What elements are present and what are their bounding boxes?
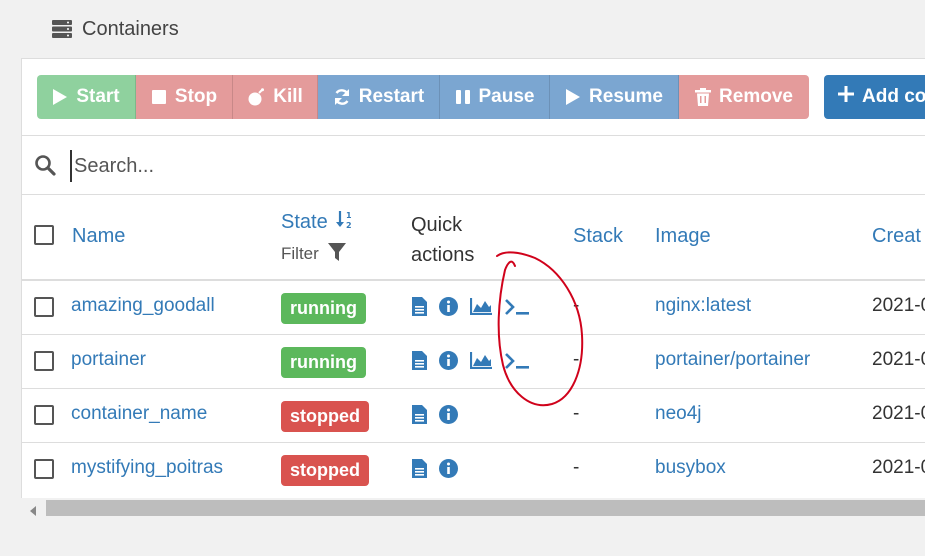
scrollbar-thumb[interactable] xyxy=(46,500,925,516)
stack-value: - xyxy=(573,349,580,370)
column-state-header[interactable]: State 12 xyxy=(281,210,355,236)
kill-button[interactable]: Kill xyxy=(233,75,318,119)
table-header: Name State 12 Filter Quick actions Stack… xyxy=(22,195,925,281)
search-input[interactable] xyxy=(70,150,776,182)
restart-label: Restart xyxy=(358,86,425,107)
remove-button[interactable]: Remove xyxy=(679,75,809,119)
info-icon[interactable] xyxy=(439,297,458,316)
info-icon[interactable] xyxy=(439,351,458,370)
table-row: container_name stopped - neo4j 2021-0 xyxy=(22,389,925,443)
row-checkbox[interactable] xyxy=(34,405,54,425)
state-filter[interactable]: Filter xyxy=(281,242,347,267)
select-all-checkbox[interactable] xyxy=(34,225,54,245)
created-value: 2021-0 xyxy=(872,295,925,316)
resume-button[interactable]: Resume xyxy=(550,75,679,119)
trash-icon xyxy=(695,88,712,106)
restart-button[interactable]: Restart xyxy=(318,75,440,119)
image-link[interactable]: busybox xyxy=(655,457,726,479)
pause-label: Pause xyxy=(478,86,535,107)
status-badge: running xyxy=(281,347,366,378)
logs-icon[interactable] xyxy=(412,351,427,370)
status-badge: running xyxy=(281,293,366,324)
horizontal-scrollbar[interactable] xyxy=(21,498,925,518)
quick-actions xyxy=(412,459,458,478)
logs-icon[interactable] xyxy=(412,297,427,316)
container-name-link[interactable]: amazing_goodall xyxy=(71,295,215,317)
stats-icon[interactable] xyxy=(470,298,492,315)
sort-numeric-icon: 12 xyxy=(335,210,355,236)
stop-label: Stop xyxy=(174,86,218,107)
quick-actions xyxy=(412,351,530,370)
remove-label: Remove xyxy=(719,86,793,107)
info-icon[interactable] xyxy=(439,405,458,424)
svg-text:2: 2 xyxy=(346,221,352,230)
created-value: 2021-0 xyxy=(872,457,925,478)
console-icon[interactable] xyxy=(504,352,530,370)
stack-value: - xyxy=(573,403,580,424)
server-icon xyxy=(52,20,72,38)
status-badge: stopped xyxy=(281,401,369,432)
start-button[interactable]: Start xyxy=(37,75,136,119)
info-icon[interactable] xyxy=(439,459,458,478)
column-stack-header[interactable]: Stack xyxy=(573,225,623,248)
quick-actions xyxy=(412,297,530,316)
column-quick-actions-header: Quick actions xyxy=(411,210,474,270)
add-container-label: Add co xyxy=(862,86,925,107)
container-name-link[interactable]: container_name xyxy=(71,403,207,425)
column-name-header[interactable]: Name xyxy=(72,225,125,248)
filter-icon xyxy=(327,242,347,267)
containers-panel: Start Stop Kill Restart Pause Resume Rem… xyxy=(21,58,925,499)
kill-label: Kill xyxy=(273,86,303,107)
search-icon xyxy=(34,154,56,181)
quick-actions-line1: Quick xyxy=(411,214,463,236)
scroll-left-icon[interactable] xyxy=(29,503,37,521)
table-row: amazing_goodall running - nginx:latest 2… xyxy=(22,281,925,335)
image-link[interactable]: neo4j xyxy=(655,403,702,425)
plus-icon xyxy=(838,86,854,108)
page-title: Containers xyxy=(82,17,179,40)
row-checkbox[interactable] xyxy=(34,459,54,479)
container-name-link[interactable]: portainer xyxy=(71,349,146,371)
console-icon[interactable] xyxy=(504,298,530,316)
column-image-header[interactable]: Image xyxy=(655,225,711,248)
container-name-link[interactable]: mystifying_poitras xyxy=(71,457,223,479)
bomb-icon xyxy=(247,88,265,106)
column-created-header[interactable]: Creat xyxy=(872,225,921,248)
image-link[interactable]: nginx:latest xyxy=(655,295,751,317)
image-link[interactable]: portainer/portainer xyxy=(655,349,810,371)
row-checkbox[interactable] xyxy=(34,297,54,317)
resume-label: Resume xyxy=(589,86,663,107)
logs-icon[interactable] xyxy=(412,459,427,478)
created-value: 2021-0 xyxy=(872,403,925,424)
quick-actions xyxy=(412,405,458,424)
pause-button[interactable]: Pause xyxy=(440,75,550,119)
state-filter-label: Filter xyxy=(281,244,319,263)
created-value: 2021-0 xyxy=(872,349,925,370)
status-badge: stopped xyxy=(281,455,369,486)
svg-text:1: 1 xyxy=(346,211,352,220)
stack-value: - xyxy=(573,295,580,316)
row-checkbox[interactable] xyxy=(34,351,54,371)
logs-icon[interactable] xyxy=(412,405,427,424)
add-container-button[interactable]: Add co xyxy=(824,75,925,119)
play-icon xyxy=(565,88,581,106)
panel-header: Containers xyxy=(52,17,179,41)
play-icon xyxy=(52,88,68,106)
stop-icon xyxy=(151,89,167,105)
start-label: Start xyxy=(76,86,120,107)
stack-value: - xyxy=(573,457,580,478)
column-state-label: State xyxy=(281,211,328,233)
quick-actions-line2: actions xyxy=(411,244,475,266)
refresh-icon xyxy=(333,88,351,106)
stop-button[interactable]: Stop xyxy=(136,75,233,119)
table-row: mystifying_poitras stopped - busybox 202… xyxy=(22,443,925,496)
action-toolbar: Start Stop Kill Restart Pause Resume Rem… xyxy=(37,75,809,119)
table-row: portainer running - portainer/portainer … xyxy=(22,335,925,389)
pause-icon xyxy=(455,89,471,105)
search-bar xyxy=(22,135,925,195)
stats-icon[interactable] xyxy=(470,352,492,369)
